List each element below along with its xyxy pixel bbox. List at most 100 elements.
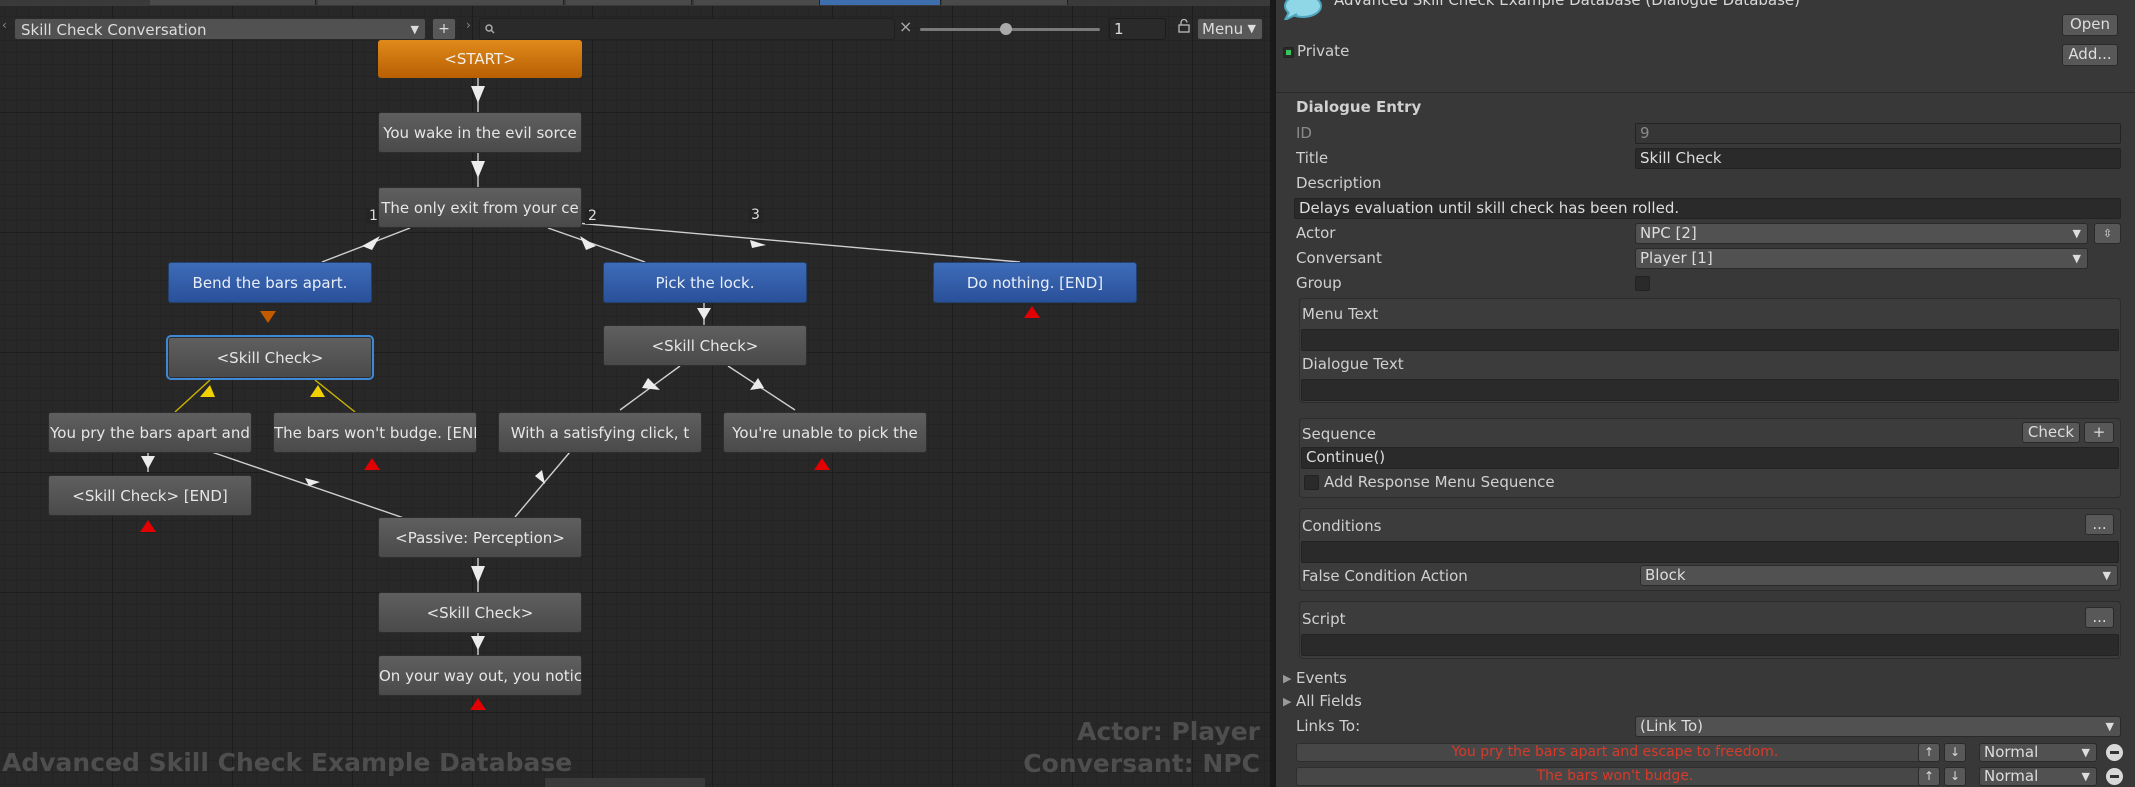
false-condition-label: False Condition Action bbox=[1302, 567, 1468, 585]
menu-text-label: Menu Text bbox=[1302, 305, 1379, 323]
arrow-down-icon: ↓ bbox=[1949, 769, 1961, 783]
links-to-dropdown[interactable]: (Link To) ▼ bbox=[1635, 716, 2121, 737]
graph-links bbox=[140, 78, 1040, 710]
add-response-checkbox[interactable] bbox=[1304, 475, 1319, 490]
swap-actor-button[interactable]: ⇳ bbox=[2094, 223, 2121, 244]
events-label: Events bbox=[1296, 669, 1347, 687]
chevron-down-icon: ▼ bbox=[2081, 746, 2090, 759]
sequence-label: Sequence bbox=[1302, 425, 1376, 443]
inspector-header-title: Advanced Skill Check Example Database (D… bbox=[1334, 0, 1800, 9]
dialogue-text-field[interactable] bbox=[1301, 379, 2119, 401]
remove-link-button[interactable] bbox=[2106, 768, 2123, 785]
false-condition-value: Block bbox=[1645, 566, 1686, 584]
database-watermark: Advanced Skill Check Example Database bbox=[2, 748, 573, 777]
menu-text-field[interactable] bbox=[1301, 329, 2119, 351]
move-up-button[interactable]: ↑ bbox=[1918, 767, 1940, 786]
link-priority-dropdown[interactable]: Normal ▼ bbox=[1979, 743, 2097, 762]
text-box-group: Menu Text Dialogue Text bbox=[1299, 298, 2121, 403]
false-condition-dropdown[interactable]: Block ▼ bbox=[1640, 565, 2118, 586]
private-label: Private bbox=[1297, 42, 1350, 60]
triangle-right-icon: ▶ bbox=[1283, 695, 1292, 708]
node-wake[interactable]: You wake in the evil sorce bbox=[378, 112, 582, 153]
sequence-field[interactable]: Continue() bbox=[1301, 447, 2119, 469]
actor-value: NPC [2] bbox=[1640, 224, 1697, 242]
dialogue-text-label: Dialogue Text bbox=[1302, 355, 1404, 373]
id-label: ID bbox=[1296, 124, 1312, 142]
minus-icon bbox=[2110, 751, 2119, 754]
inspector-panel: Advanced Skill Check Example Database (D… bbox=[1276, 0, 2135, 787]
open-button[interactable]: Open bbox=[2062, 14, 2118, 36]
node-bars-wont-budge[interactable]: The bars won't budge. [END bbox=[273, 412, 477, 453]
arrow-down-icon: ↓ bbox=[1949, 745, 1961, 759]
links-to-value: (Link To) bbox=[1640, 717, 1703, 735]
actor-conversant-watermark: Actor: Player Conversant: NPC bbox=[1023, 716, 1260, 780]
node-way-out[interactable]: On your way out, you notic bbox=[378, 655, 582, 696]
node-bend-bars[interactable]: Bend the bars apart. bbox=[168, 262, 372, 303]
node-skill-check-selected[interactable]: <Skill Check> bbox=[166, 335, 374, 380]
conditions-field[interactable] bbox=[1301, 541, 2119, 563]
conversation-graph-canvas[interactable]: ‹ Skill Check Conversation ▼ + › × 1 Men… bbox=[0, 0, 1270, 787]
id-field: 9 bbox=[1635, 123, 2121, 144]
script-menu-button[interactable]: ... bbox=[2085, 607, 2114, 628]
link-priority-value: Normal bbox=[1984, 767, 2039, 785]
actor-dropdown[interactable]: NPC [2] ▼ bbox=[1635, 223, 2088, 244]
node-start[interactable]: <START> bbox=[378, 40, 582, 78]
description-field[interactable]: Delays evaluation until skill check has … bbox=[1294, 198, 2121, 219]
node-skill-check-end[interactable]: <Skill Check> [END] bbox=[48, 475, 252, 516]
link-priority-value: Normal bbox=[1984, 743, 2039, 761]
title-label: Title bbox=[1296, 149, 1329, 167]
move-down-button[interactable]: ↓ bbox=[1944, 767, 1966, 786]
node-skill-check[interactable]: <Skill Check> bbox=[603, 325, 807, 366]
link-number: 3 bbox=[748, 207, 763, 223]
link-number: 2 bbox=[585, 208, 600, 224]
actor-watermark: Actor: Player bbox=[1077, 717, 1260, 746]
chevron-down-icon: ▼ bbox=[2072, 252, 2081, 265]
script-label: Script bbox=[1302, 610, 1346, 628]
conversant-dropdown[interactable]: Player [1] ▼ bbox=[1635, 248, 2088, 269]
arrow-up-icon: ↑ bbox=[1923, 745, 1935, 759]
swap-icon: ⇳ bbox=[2102, 227, 2113, 240]
link-priority-dropdown[interactable]: Normal ▼ bbox=[1979, 767, 2097, 786]
node-passive-perception[interactable]: <Passive: Perception> bbox=[378, 517, 582, 558]
conversant-value: Player [1] bbox=[1640, 249, 1713, 267]
node-do-nothing[interactable]: Do nothing. [END] bbox=[933, 262, 1137, 303]
link-entry-button[interactable]: You pry the bars apart and escape to fre… bbox=[1296, 743, 1934, 762]
dialogue-database-icon bbox=[1283, 0, 1322, 20]
add-response-label: Add Response Menu Sequence bbox=[1324, 473, 1555, 491]
node-pry-bars[interactable]: You pry the bars apart and bbox=[48, 412, 252, 453]
triangle-right-icon: ▶ bbox=[1283, 672, 1292, 685]
minus-icon bbox=[2110, 775, 2119, 778]
remove-link-button[interactable] bbox=[2106, 744, 2123, 761]
conditions-box: Conditions ... False Condition Action Bl… bbox=[1299, 508, 2121, 591]
script-field[interactable] bbox=[1301, 634, 2119, 656]
section-title: Dialogue Entry bbox=[1296, 98, 1422, 116]
private-checkbox[interactable] bbox=[1283, 47, 1294, 58]
chevron-down-icon: ▼ bbox=[2072, 227, 2081, 240]
node-skill-check[interactable]: <Skill Check> bbox=[378, 592, 582, 633]
node-exit[interactable]: The only exit from your ce bbox=[378, 187, 582, 228]
conditions-label: Conditions bbox=[1302, 517, 1382, 535]
chevron-down-icon: ▼ bbox=[2081, 770, 2090, 783]
link-entry-button[interactable]: The bars won't budge. bbox=[1296, 767, 1934, 786]
actor-label: Actor bbox=[1296, 224, 1336, 242]
sequence-box: Sequence Check + Continue() Add Response… bbox=[1299, 418, 2121, 498]
all-fields-label: All Fields bbox=[1296, 692, 1362, 710]
conversant-label: Conversant bbox=[1296, 249, 1382, 267]
title-field[interactable]: Skill Check bbox=[1635, 148, 2121, 169]
conditions-menu-button[interactable]: ... bbox=[2085, 514, 2114, 535]
script-box: Script ... bbox=[1299, 601, 2121, 659]
group-checkbox[interactable] bbox=[1635, 276, 1650, 291]
move-down-button[interactable]: ↓ bbox=[1944, 743, 1966, 762]
check-button[interactable]: Check bbox=[2022, 422, 2080, 443]
links-to-label: Links To: bbox=[1296, 717, 1361, 735]
add-button[interactable]: Add... bbox=[2062, 44, 2118, 66]
sequence-add-button[interactable]: + bbox=[2084, 422, 2114, 443]
bottom-tab-strip bbox=[545, 778, 705, 787]
node-unable-to-pick[interactable]: You're unable to pick the bbox=[723, 412, 927, 453]
node-satisfying-click[interactable]: With a satisfying click, t bbox=[498, 412, 702, 453]
node-pick-lock[interactable]: Pick the lock. bbox=[603, 262, 807, 303]
move-up-button[interactable]: ↑ bbox=[1918, 743, 1940, 762]
chevron-down-icon: ▼ bbox=[2102, 569, 2111, 582]
chevron-down-icon: ▼ bbox=[2105, 720, 2114, 733]
header-separator bbox=[1276, 92, 2135, 93]
